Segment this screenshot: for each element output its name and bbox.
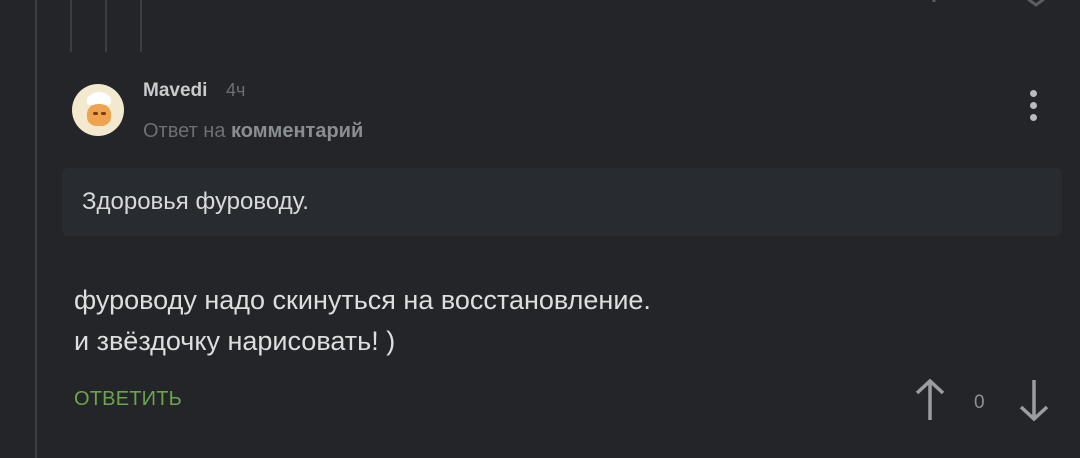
more-options-button[interactable] <box>1022 88 1046 124</box>
avatar[interactable] <box>72 84 124 136</box>
reply-to-prefix: Ответ на <box>143 120 226 142</box>
more-vertical-icon <box>1030 90 1037 97</box>
reply-to-link[interactable]: комментарий <box>231 120 363 142</box>
comment-body-line: и звёздочку нарисовать! ) <box>74 326 396 356</box>
thread-line <box>35 0 37 458</box>
comment: Mavedi 4ч Ответ на комментарий Здоровья … <box>60 60 1070 458</box>
quote-text: Здоровья фуроводу. <box>82 188 309 215</box>
avatar-eye <box>101 112 106 115</box>
thread-line <box>105 0 107 52</box>
thread-line <box>140 0 142 52</box>
more-vertical-icon <box>1030 114 1037 121</box>
comment-thread: Mavedi 4ч Ответ на комментарий Здоровья … <box>0 0 1080 458</box>
arrow-up-icon[interactable] <box>914 378 946 422</box>
arrow-down-icon[interactable] <box>1022 0 1050 8</box>
chef-hat-icon <box>90 92 108 103</box>
quote-block: Здоровья фуроводу. <box>62 168 1062 236</box>
arrow-up-icon[interactable] <box>924 0 944 4</box>
timestamp: 4ч <box>226 80 246 100</box>
more-vertical-icon <box>1030 102 1037 109</box>
rating-count: 0 <box>974 392 985 413</box>
thread-line <box>70 0 72 52</box>
comment-body-line: фуроводу надо скинуться на восстановлени… <box>74 285 651 315</box>
avatar-face <box>87 104 111 126</box>
username[interactable]: Mavedi <box>143 80 207 102</box>
arrow-down-icon[interactable] <box>1018 378 1050 422</box>
comment-body: фуроводу надо скинуться на восстановлени… <box>74 280 651 362</box>
avatar-eye <box>93 112 98 115</box>
reply-to-line: Ответ на комментарий <box>143 120 363 143</box>
reply-button[interactable]: ОТВЕТИТЬ <box>74 388 182 411</box>
